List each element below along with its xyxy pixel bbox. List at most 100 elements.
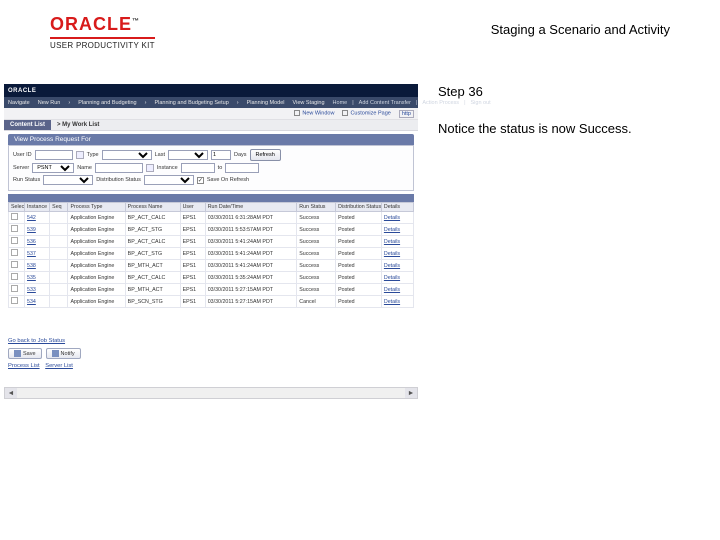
cell-rdt: 03/30/2011 5:35:24AM PDT (205, 272, 297, 284)
userid-input[interactable] (35, 150, 73, 160)
new-window-icon[interactable] (294, 110, 300, 116)
cell-rstat: Success (297, 284, 336, 296)
cell-dstat: Posted (336, 296, 382, 308)
nav-item[interactable]: View Staging (293, 100, 325, 106)
goback-link[interactable]: Go back to Job Status (8, 338, 414, 344)
cell-details[interactable]: Details (381, 248, 413, 260)
cell-details[interactable]: Details (381, 212, 413, 224)
utility-bar: New Window Customize Page http (4, 108, 418, 120)
customize-link[interactable]: Customize Page (350, 111, 390, 117)
row-select-checkbox[interactable] (11, 285, 18, 292)
table-row: 535Application EngineBP_ACT_CALCEPS103/3… (9, 272, 414, 284)
col-rstat: Run Status (297, 203, 336, 212)
row-select-checkbox[interactable] (11, 273, 18, 280)
cell-instance[interactable]: 535 (25, 272, 50, 284)
type-select[interactable] (102, 150, 152, 160)
process-list-link[interactable]: Process List (8, 363, 40, 369)
cell-instance[interactable]: 537 (25, 248, 50, 260)
diststatus-select[interactable] (144, 175, 194, 185)
cell-details[interactable]: Details (381, 284, 413, 296)
nav-item[interactable]: New Run (38, 100, 61, 106)
save-button[interactable]: Save (8, 348, 42, 359)
cell-seq (50, 224, 68, 236)
cell-details[interactable]: Details (381, 272, 413, 284)
step-label: Step 36 (438, 84, 710, 99)
breadcrumb: > My Work List (57, 122, 99, 128)
cell-seq (50, 284, 68, 296)
row-select-checkbox[interactable] (11, 261, 18, 268)
table-row: 533Application EngineBP_MTH_ACTEPS103/30… (9, 284, 414, 296)
nav-item[interactable]: Planning Model (247, 100, 285, 106)
cell-rdt: 03/30/2011 5:27:15AM PDT (205, 284, 297, 296)
row-select-checkbox[interactable] (11, 237, 18, 244)
cell-instance[interactable]: 536 (25, 236, 50, 248)
refresh-button[interactable]: Refresh (250, 149, 281, 161)
nav-item[interactable]: Navigate (8, 100, 30, 106)
cell-details[interactable]: Details (381, 236, 413, 248)
server-label: Server (13, 165, 29, 171)
nav-item[interactable]: Planning and Budgeting (78, 100, 136, 106)
name-label: Name (77, 165, 92, 171)
group-bar: Content List > My Work List (4, 120, 418, 131)
cell-instance[interactable]: 539 (25, 224, 50, 236)
cell-instance[interactable]: 533 (25, 284, 50, 296)
runstatus-select[interactable] (43, 175, 93, 185)
row-select-checkbox[interactable] (11, 225, 18, 232)
table-row: 537Application EngineBP_ACT_STGEPS103/30… (9, 248, 414, 260)
scroll-left-icon[interactable]: ◄ (5, 388, 17, 398)
cell-rstat: Success (297, 248, 336, 260)
cell-details[interactable]: Details (381, 224, 413, 236)
diststatus-label: Distribution Status (96, 177, 141, 183)
days-label: Days (234, 152, 247, 158)
cell-instance[interactable]: 542 (25, 212, 50, 224)
cell-details[interactable]: Details (381, 260, 413, 272)
new-window-link[interactable]: New Window (302, 111, 334, 117)
to-label: to (218, 165, 223, 171)
days-input[interactable] (211, 150, 231, 160)
cell-seq (50, 296, 68, 308)
cell-seq (50, 260, 68, 272)
cell-ptype: Application Engine (68, 272, 125, 284)
row-select-checkbox[interactable] (11, 297, 18, 304)
nav-link[interactable]: Add Content Transfer (359, 100, 411, 106)
cell-rstat: Success (297, 260, 336, 272)
cell-pname: BP_ACT_CALC (125, 212, 180, 224)
col-details: Details (381, 203, 413, 212)
brand-subtitle: USER PRODUCTIVITY KIT (50, 41, 155, 50)
last-select[interactable] (168, 150, 208, 160)
lookup-icon[interactable] (76, 151, 84, 159)
row-select-checkbox[interactable] (11, 249, 18, 256)
col-ptype: Process Type (68, 203, 125, 212)
page-title: Staging a Scenario and Activity (491, 22, 670, 37)
col-rdt: Run Date/Time (205, 203, 297, 212)
customize-icon[interactable] (342, 110, 348, 116)
row-select-checkbox[interactable] (11, 213, 18, 220)
save-on-refresh-checkbox[interactable] (197, 177, 204, 184)
save-on-refresh-label: Save On Refresh (207, 177, 249, 183)
cell-ptype: Application Engine (68, 224, 125, 236)
http-icon[interactable]: http (399, 110, 414, 118)
cell-details[interactable]: Details (381, 296, 413, 308)
table-row: 538Application EngineBP_MTH_ACTEPS103/30… (9, 260, 414, 272)
content-list-label[interactable]: Content List (4, 120, 51, 130)
scroll-right-icon[interactable]: ► (405, 388, 417, 398)
col-instance: Instance (25, 203, 50, 212)
panel-title: View Process Request For (8, 134, 414, 145)
instance-from-input[interactable] (181, 163, 215, 173)
nav-item[interactable]: Planning and Budgeting Setup (154, 100, 228, 106)
cell-instance[interactable]: 538 (25, 260, 50, 272)
horizontal-scrollbar[interactable]: ◄ ► (4, 387, 418, 399)
server-list-link[interactable]: Server List (45, 363, 73, 369)
brand-block: ORACLE™ USER PRODUCTIVITY KIT (50, 14, 155, 50)
lookup-icon[interactable] (146, 164, 154, 172)
server-select[interactable]: PSNT (32, 163, 74, 173)
col-dstat: Distribution Status (336, 203, 382, 212)
breadcrumb-bar: Navigate New Run › Planning and Budgetin… (4, 97, 418, 108)
cell-user: EPS1 (180, 236, 205, 248)
nav-link-home[interactable]: Home (333, 100, 348, 106)
name-input[interactable] (95, 163, 143, 173)
notify-button[interactable]: Notify (46, 348, 81, 359)
instance-to-input[interactable] (225, 163, 259, 173)
cell-instance[interactable]: 534 (25, 296, 50, 308)
notify-icon (52, 350, 59, 357)
